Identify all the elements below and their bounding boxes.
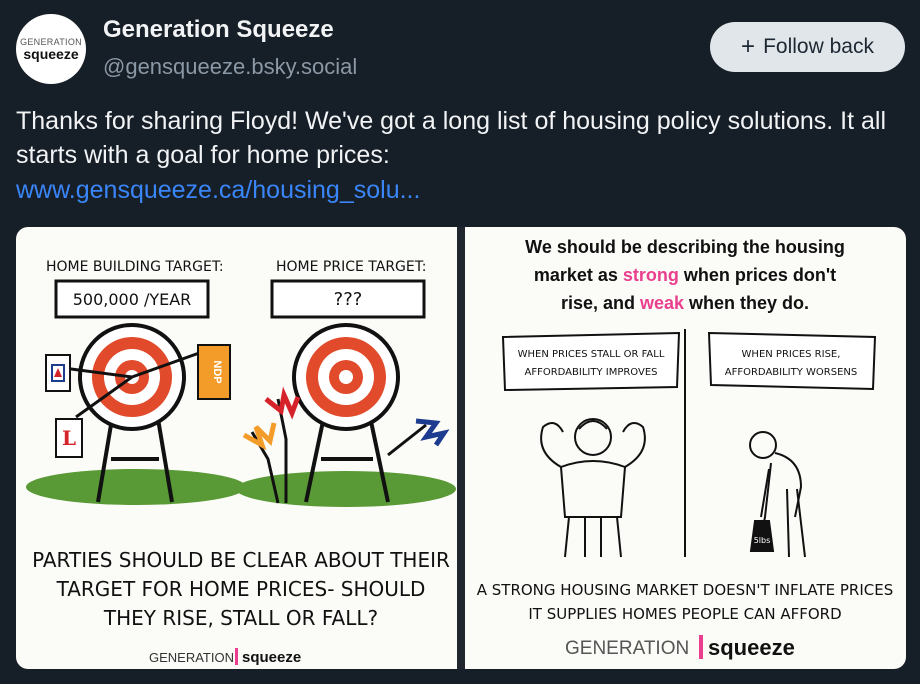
sign-right-line2: AFFORDABILITY WORSENS xyxy=(725,367,857,378)
strong-figure xyxy=(540,418,646,558)
home-building-value: 500,000 /YEAR xyxy=(73,290,192,309)
target-right xyxy=(292,323,400,431)
right-caption-line2: IT SUPPLIES HOMES PEOPLE CAN AFFORD xyxy=(528,605,841,623)
author-handle[interactable]: @gensqueeze.bsky.social xyxy=(103,54,357,80)
plus-icon: + xyxy=(741,33,756,60)
follow-back-button[interactable]: + Follow back xyxy=(710,22,905,72)
heading-strong: strong xyxy=(623,265,679,285)
left-logo-left: GENERATION xyxy=(149,650,234,665)
post-images[interactable]: HOME BUILDING TARGET: HOME PRICE TARGET:… xyxy=(16,227,906,669)
post-text: Thanks for sharing Floyd! We've got a lo… xyxy=(16,107,887,169)
left-logo-right: squeeze xyxy=(242,649,301,666)
heading-line2-post: when prices don't xyxy=(679,265,836,285)
post-link[interactable]: www.gensqueeze.ca/housing_solu... xyxy=(16,176,420,205)
heading-line3-pre: rise, and xyxy=(561,293,640,313)
targets-illustration: HOME BUILDING TARGET: HOME PRICE TARGET:… xyxy=(26,259,456,666)
strong-weak-illustration: We should be describing the housing mark… xyxy=(477,237,894,660)
heading-line2-pre: market as xyxy=(534,265,623,285)
right-logo-left: GENERATION xyxy=(565,638,689,659)
right-logo-right: squeeze xyxy=(708,635,795,660)
right-caption-line1: A STRONG HOUSING MARKET DOESN'T INFLATE … xyxy=(477,581,894,599)
sign-left-line1: WHEN PRICES STALL OR FALL xyxy=(518,349,665,360)
avatar-line2: squeeze xyxy=(23,46,79,62)
left-caption-line1: PARTIES SHOULD BE CLEAR ABOUT THEIR xyxy=(32,548,450,572)
left-caption-line3: THEY RISE, STALL OR FALL? xyxy=(103,606,378,630)
author-name[interactable]: Generation Squeeze xyxy=(103,16,334,44)
follow-back-label: Follow back xyxy=(763,35,874,58)
home-price-value: ??? xyxy=(334,289,363,310)
weight-label: 5lbs xyxy=(754,536,771,545)
right-image[interactable]: We should be describing the housing mark… xyxy=(465,227,906,669)
flag-ndp: NDP xyxy=(211,360,223,383)
sign-right-line1: WHEN PRICES RISE, xyxy=(742,349,841,360)
home-building-title: HOME BUILDING TARGET: xyxy=(46,259,224,275)
svg-text:market as strong when prices d: market as strong when prices don't xyxy=(534,265,836,285)
heading-line3-post: when they do. xyxy=(684,293,809,313)
left-caption-line2: TARGET FOR HOME PRICES- SHOULD xyxy=(56,577,426,601)
svg-text:rise, and weak when they do.: rise, and weak when they do. xyxy=(561,293,809,313)
avatar[interactable]: GENERATION squeeze xyxy=(16,14,86,84)
home-price-title: HOME PRICE TARGET: xyxy=(276,259,427,275)
flag-liberal: L xyxy=(62,426,76,450)
heading-line1: We should be describing the housing xyxy=(525,237,845,257)
heading-weak: weak xyxy=(639,293,685,313)
sign-left-line2: AFFORDABILITY IMPROVES xyxy=(524,367,657,378)
left-image[interactable]: HOME BUILDING TARGET: HOME PRICE TARGET:… xyxy=(16,227,457,669)
